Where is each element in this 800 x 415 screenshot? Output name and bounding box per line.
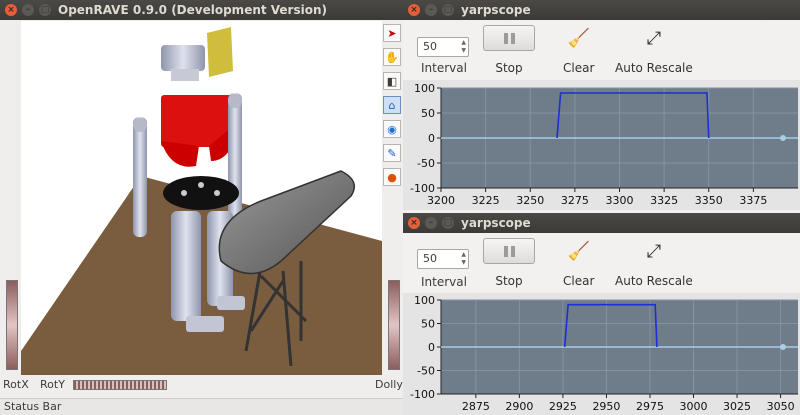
x-tick-label: 3050 — [767, 400, 795, 413]
x-tick-label: 3325 — [650, 194, 678, 207]
window-title: OpenRAVE 0.9.0 (Development Version) — [58, 3, 327, 17]
maximize-icon[interactable]: □ — [442, 4, 454, 16]
window-title: yarpscope — [461, 216, 531, 230]
plot-area-1[interactable]: 100 50 0 -50 -100 3200 3225 3250 3275 3300 3325 335… — [403, 80, 800, 210]
x-tick-label: 3350 — [695, 194, 723, 207]
close-icon[interactable]: × — [408, 4, 420, 16]
pause-icon — [483, 238, 535, 264]
scope-titlebar: × – □ yarpscope — [403, 0, 800, 20]
auto-rescale-button[interactable]: ⤢ Auto Rescale — [615, 23, 693, 76]
y-tick-label: -50 — [417, 365, 435, 378]
rescale-icon: ⤢ — [646, 27, 662, 49]
scope-toolbar: 50 ▲ ▼ Interval Stop 🧹 Clear ⤢ Auto Resca… — [403, 20, 800, 80]
y-tick-label: 50 — [421, 107, 435, 120]
y-tick-label: 50 — [421, 318, 435, 331]
scene-render — [21, 27, 382, 375]
close-icon[interactable]: × — [5, 4, 17, 16]
plot-svg-2: 100 50 0 -50 -100 2875 2900 2925 2950 2975 3000 302… — [410, 294, 798, 413]
yarpscope-window-2: × – □ yarpscope 50 ▲ ▼ Interval Stop 🧹 Cl… — [403, 213, 800, 415]
tray — [163, 176, 239, 210]
y-tick-label: -100 — [410, 388, 435, 401]
eye-icon[interactable]: ◉ — [383, 120, 401, 138]
head-panel — [207, 27, 233, 77]
clear-label: Clear — [563, 61, 595, 75]
yarpscope-window-1: × – □ yarpscope 50 ▲ ▼ Interval Stop 🧹 Cl… — [403, 0, 800, 210]
dolly-wheel[interactable] — [388, 280, 400, 370]
cursor-marker — [780, 135, 786, 141]
hand-pan-icon[interactable]: ✋ — [383, 48, 401, 66]
spin-arrows-icon[interactable]: ▲ ▼ — [461, 39, 466, 55]
interval-label: Interval — [421, 61, 467, 75]
x-tick-label: 3275 — [561, 194, 589, 207]
scope-titlebar: × – □ yarpscope — [403, 213, 800, 233]
x-tick-label: 3375 — [739, 194, 767, 207]
select-arrow-icon[interactable]: ➤ — [383, 24, 401, 42]
clear-button[interactable]: 🧹 Clear — [563, 23, 595, 76]
y-tick-label: -50 — [417, 157, 435, 170]
pencil-icon[interactable]: ✎ — [383, 144, 401, 162]
roty-label: RotY — [40, 378, 65, 391]
stop-label: Stop — [495, 61, 523, 75]
interval-spinbox[interactable]: 50 ▲ ▼ — [417, 37, 469, 57]
y-tick-label: 100 — [414, 82, 435, 95]
minimize-icon[interactable]: – — [425, 4, 437, 16]
auto-rescale-label: Auto Rescale — [615, 61, 693, 75]
minimize-icon[interactable]: – — [425, 217, 437, 229]
openrave-window: × – □ OpenRAVE 0.9.0 (Development Versio… — [0, 0, 403, 415]
status-bar: Status Bar — [0, 398, 403, 415]
x-tick-label: 3200 — [427, 194, 455, 207]
x-tick-label: 3225 — [472, 194, 500, 207]
x-tick-label: 3025 — [723, 400, 751, 413]
stop-label: Stop — [495, 274, 523, 288]
maximize-icon[interactable]: □ — [39, 4, 51, 16]
pause-icon — [483, 25, 535, 51]
record-icon[interactable]: ● — [383, 168, 401, 186]
x-tick-label: 3250 — [516, 194, 544, 207]
clear-label: Clear — [563, 274, 595, 288]
y-tick-label: 100 — [414, 294, 435, 307]
x-tick-label: 2875 — [462, 400, 490, 413]
x-tick-label: 2950 — [592, 400, 620, 413]
interval-value: 50 — [423, 252, 437, 265]
x-tick-label: 3000 — [680, 400, 708, 413]
stop-button[interactable]: Stop — [483, 23, 535, 75]
stop-button[interactable]: Stop — [483, 236, 535, 288]
x-tick-label: 3300 — [606, 194, 634, 207]
auto-rescale-button[interactable]: ⤢ Auto Rescale — [615, 236, 693, 289]
auto-rescale-label: Auto Rescale — [615, 274, 693, 288]
clear-button[interactable]: 🧹 Clear — [563, 236, 595, 289]
3d-viewport[interactable] — [21, 21, 382, 375]
broom-icon: 🧹 — [567, 240, 590, 262]
robot-head — [161, 45, 205, 71]
roty-wheel[interactable] — [73, 380, 167, 390]
interval-label: Interval — [421, 275, 467, 289]
broom-icon: 🧹 — [567, 27, 590, 49]
x-tick-label: 2975 — [636, 400, 664, 413]
interval-value: 50 — [423, 40, 437, 53]
openrave-titlebar: × – □ OpenRAVE 0.9.0 (Development Versio… — [0, 0, 403, 20]
rotx-wheel[interactable] — [6, 280, 18, 370]
minimize-icon[interactable]: – — [22, 4, 34, 16]
maximize-icon[interactable]: □ — [442, 217, 454, 229]
window-title: yarpscope — [461, 3, 531, 17]
cursor-marker — [780, 344, 786, 350]
y-tick-label: 0 — [428, 341, 435, 354]
camera-view-icon[interactable]: ◧ — [383, 72, 401, 90]
scope-toolbar: 50 ▲ ▼ Interval Stop 🧹 Clear ⤢ Auto Resca… — [403, 233, 800, 293]
y-tick-label: 0 — [428, 132, 435, 145]
rotx-label: RotX — [3, 378, 29, 391]
camera-home-icon[interactable]: ⌂ — [383, 96, 401, 114]
plot-area-2[interactable]: 100 50 0 -50 -100 2875 2900 2925 2950 2975 3000 302… — [403, 293, 800, 415]
x-tick-label: 2925 — [549, 400, 577, 413]
dolly-label: Dolly — [375, 378, 403, 391]
close-icon[interactable]: × — [408, 217, 420, 229]
x-tick-label: 2900 — [505, 400, 533, 413]
view-toolbar: ➤ ✋ ◧ ⌂ ◉ ✎ ● — [383, 24, 403, 192]
interval-spinbox[interactable]: 50 ▲ ▼ — [417, 249, 469, 269]
plot-svg-1: 100500-50-1003200 3225 3250 3275 3300 3325 335… — [410, 82, 798, 207]
rescale-icon: ⤢ — [646, 240, 662, 262]
spin-arrows-icon[interactable]: ▲ ▼ — [461, 251, 466, 267]
